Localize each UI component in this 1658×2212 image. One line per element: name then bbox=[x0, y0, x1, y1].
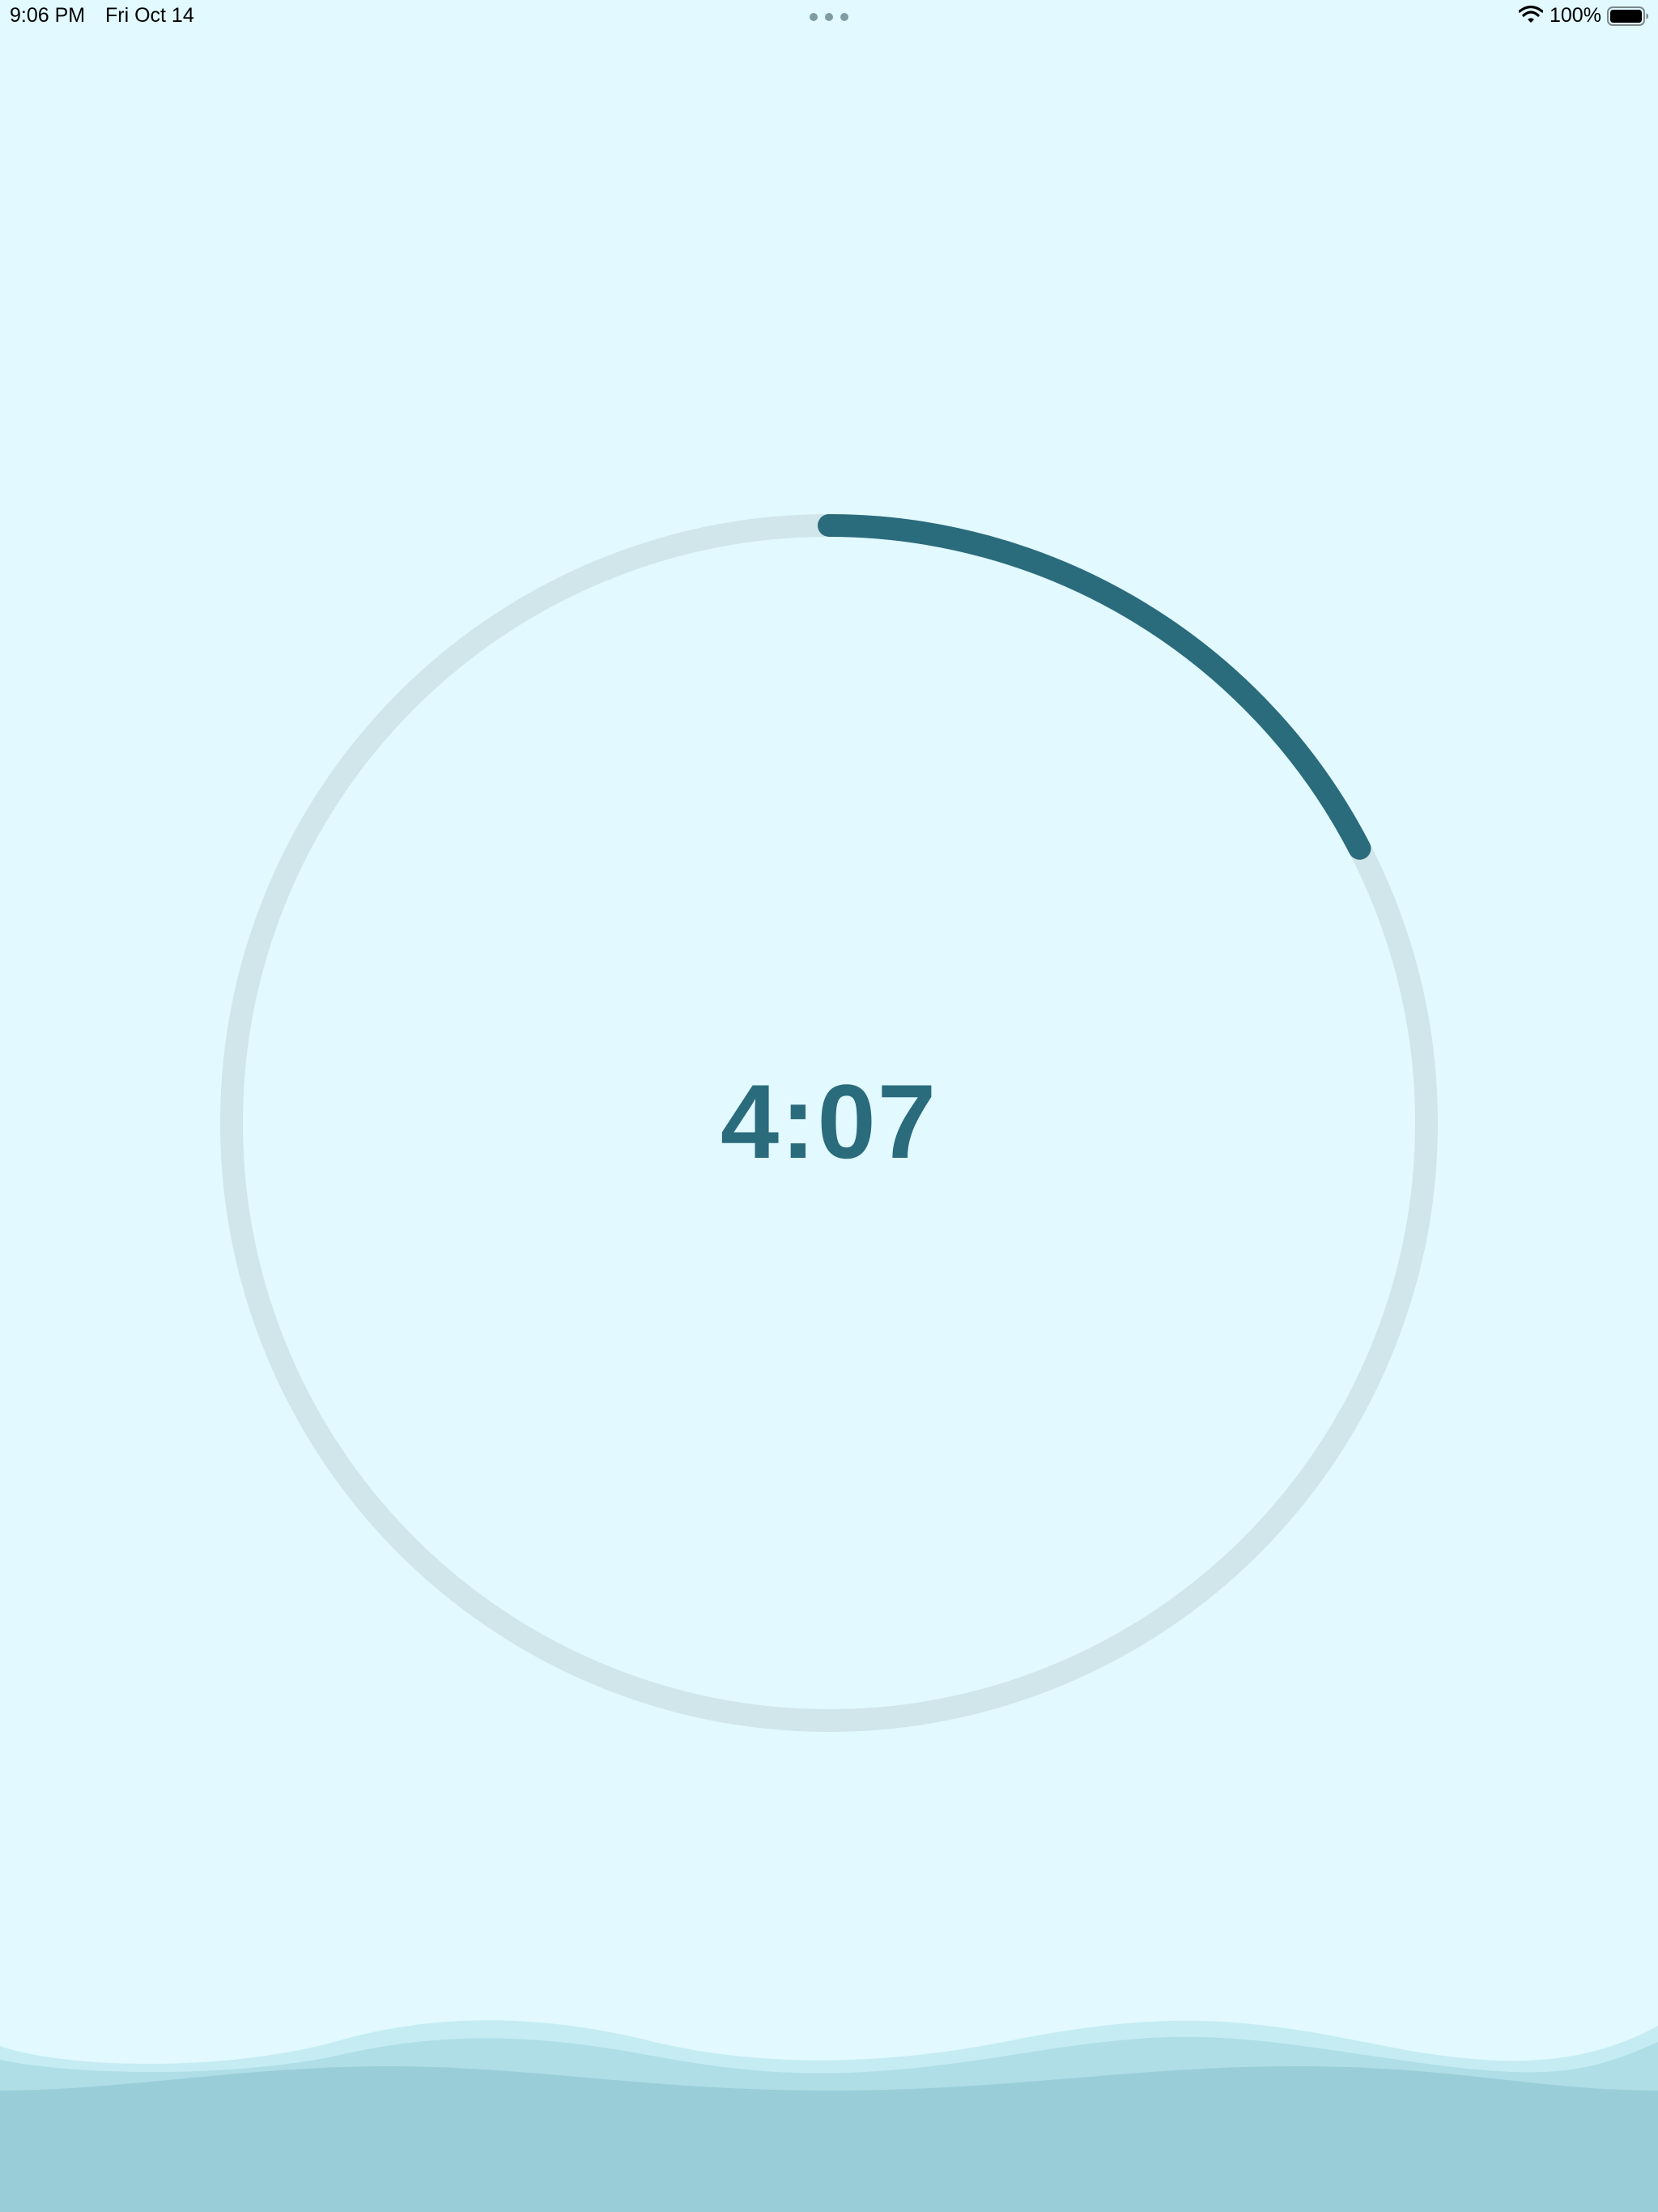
timer-progress-arc bbox=[818, 514, 1371, 860]
status-bar: 9:06 PM Fri Oct 14 100% bbox=[0, 0, 1658, 32]
status-time: 9:06 PM bbox=[10, 4, 86, 27]
waves-decoration bbox=[0, 2020, 1658, 2212]
battery-icon bbox=[1607, 6, 1648, 26]
wifi-icon bbox=[1519, 5, 1543, 23]
status-date: Fri Oct 14 bbox=[105, 4, 194, 27]
multitask-dots-icon[interactable] bbox=[810, 12, 848, 22]
battery-percent: 100% bbox=[1550, 4, 1601, 27]
timer-display: 4:07 bbox=[720, 1062, 938, 1180]
